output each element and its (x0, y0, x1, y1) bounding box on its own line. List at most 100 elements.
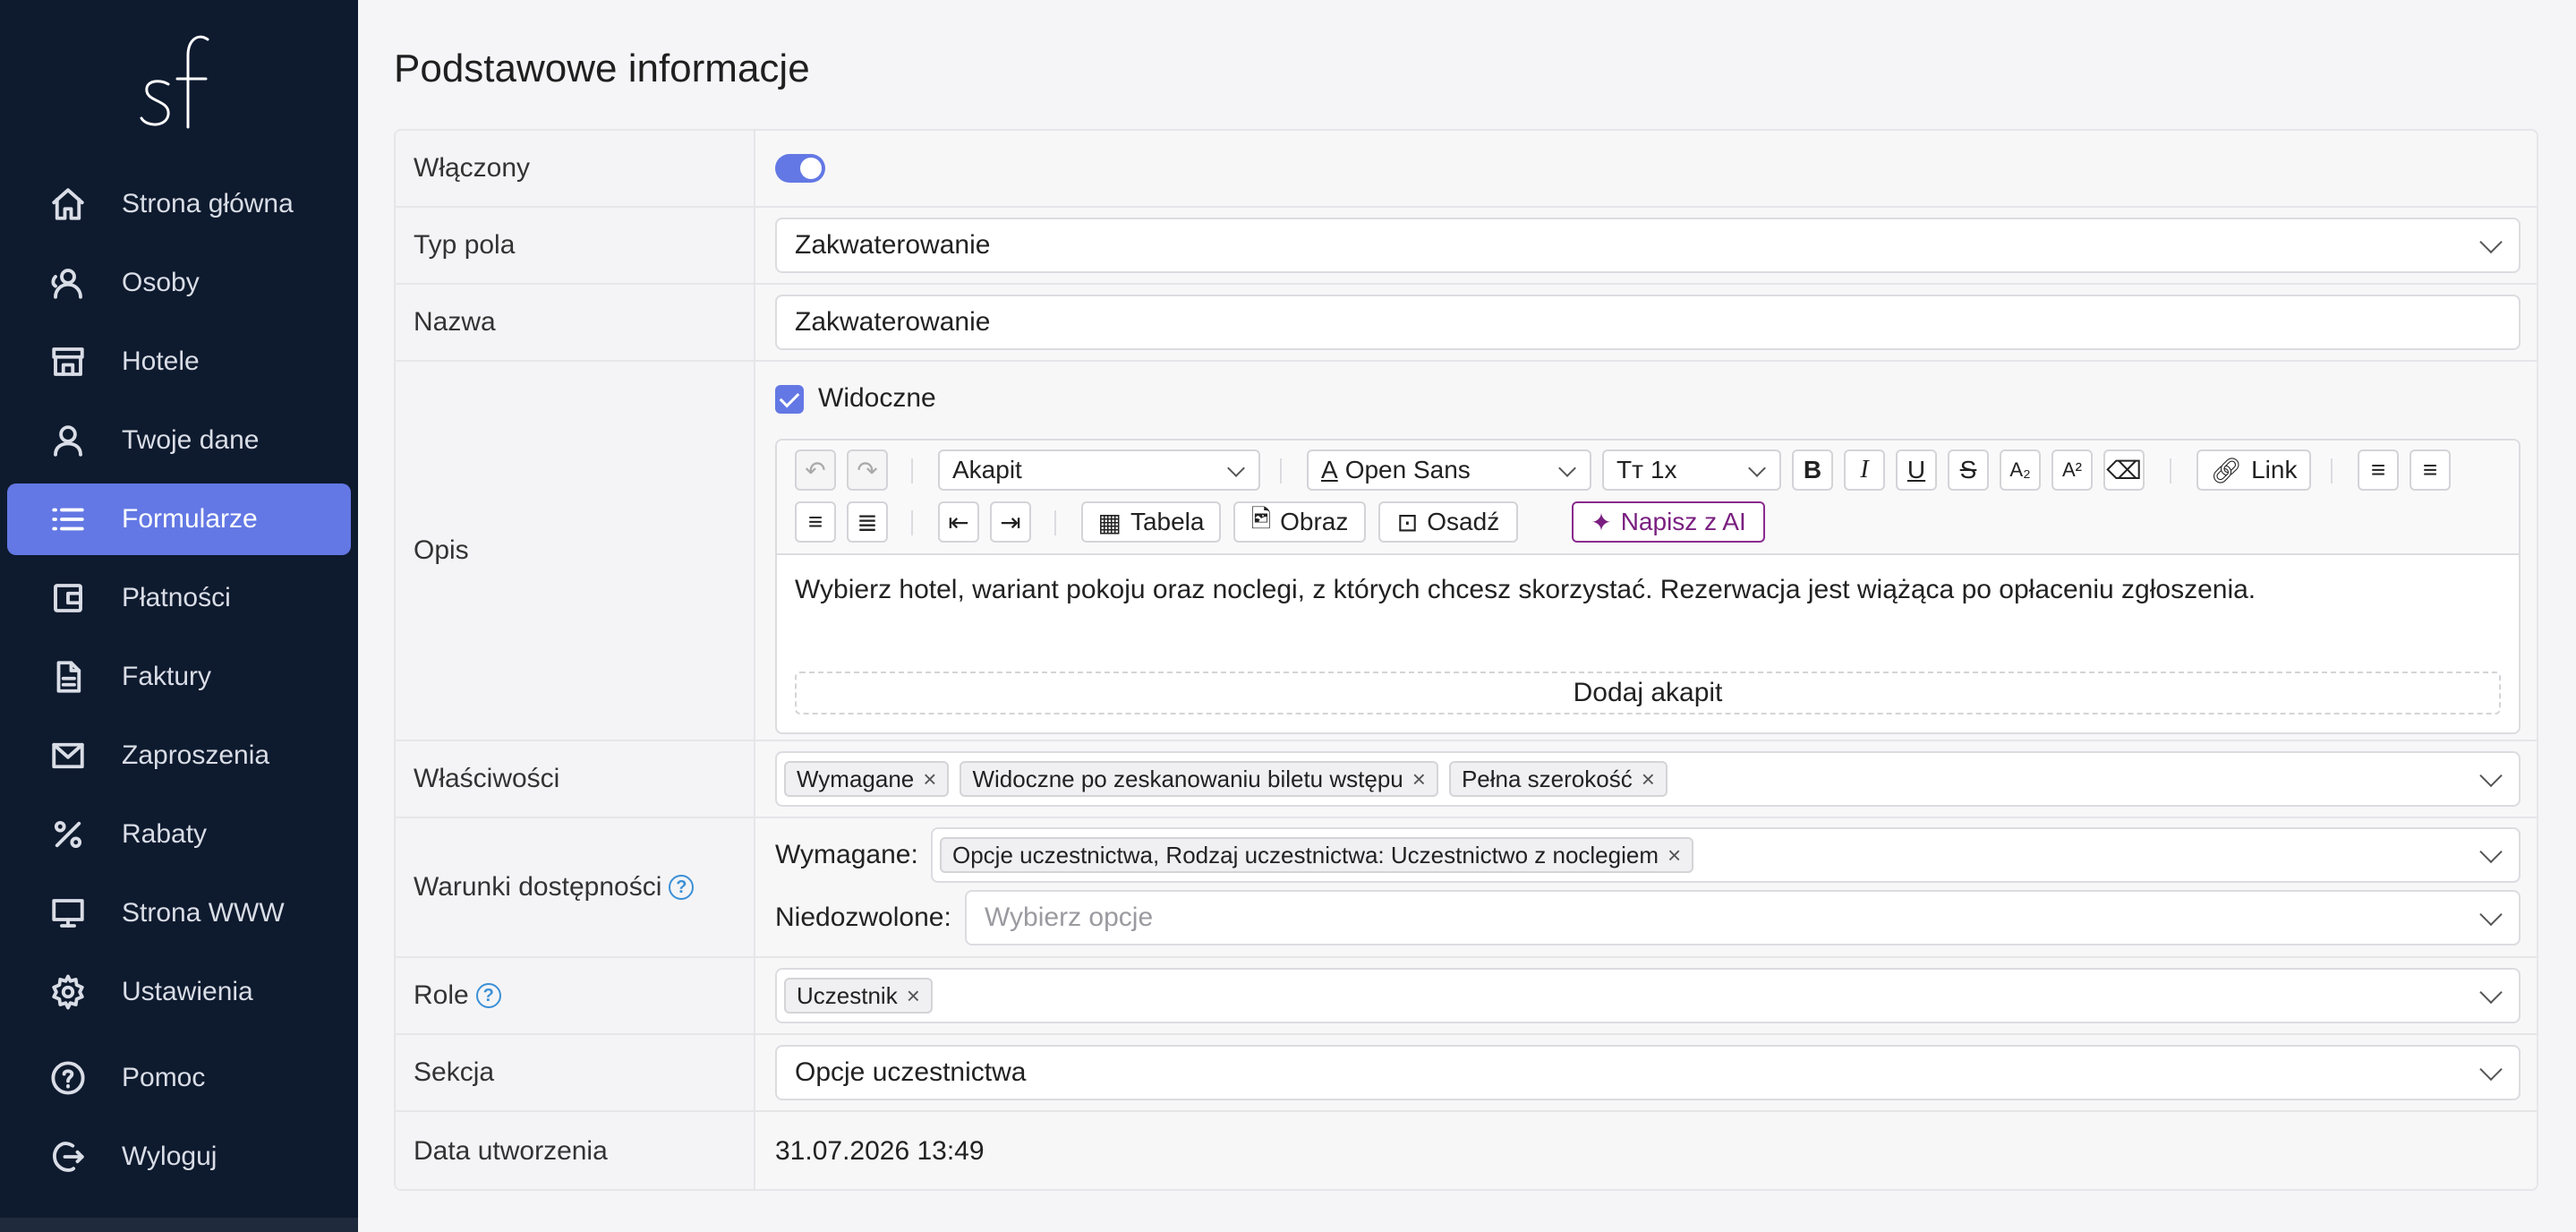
help-icon[interactable]: ? (475, 983, 501, 1008)
font-size-select[interactable]: Tт 1x (1602, 449, 1781, 491)
table-icon: ▦ (1097, 508, 1122, 536)
sidebar-item-forms[interactable]: Formularze (7, 483, 351, 555)
home-icon (48, 184, 88, 224)
insert-image-button[interactable]: 🖻︎ Obraz (1233, 501, 1366, 543)
roles-label: Role (414, 980, 469, 1010)
align-center-button[interactable]: ≡ (2410, 449, 2451, 491)
name-input[interactable]: Zakwaterowanie (775, 295, 2521, 350)
align-left-icon: ≡ (2370, 456, 2386, 483)
close-icon[interactable]: × (1668, 842, 1681, 869)
tag-label: Pełna szerokość (1461, 765, 1633, 792)
description-label: Opis (396, 362, 755, 740)
outdent-button[interactable]: ⇤ (938, 501, 979, 543)
subscript-icon: A₂ (2009, 458, 2031, 481)
toolbar-divider (2331, 458, 2333, 483)
logout-icon (48, 1137, 88, 1176)
section-select[interactable]: Opcje uczestnictwa (775, 1045, 2521, 1100)
toolbar-divider (1280, 458, 1282, 483)
user-icon (48, 421, 88, 460)
enabled-toggle[interactable] (775, 154, 825, 183)
properties-multiselect[interactable]: Wymagane × Widoczne po zeskanowaniu bilet… (775, 751, 2521, 807)
roles-multiselect[interactable]: Uczestnik × (775, 968, 2521, 1023)
italic-button[interactable]: I (1844, 449, 1885, 491)
section-value: Opcje uczestnictwa (795, 1057, 1027, 1087)
sidebar-item-help[interactable]: Pomoc (7, 1042, 351, 1114)
sidebar-item-invoices[interactable]: Faktury (7, 641, 351, 713)
underline-button[interactable]: U (1896, 449, 1937, 491)
wallet-icon (48, 578, 88, 618)
close-icon[interactable]: × (907, 982, 920, 1010)
sidebar-item-label: Twoje dane (122, 425, 260, 455)
align-left-button[interactable]: ≡ (2358, 449, 2399, 491)
enabled-label: Włączony (396, 131, 755, 206)
indent-button[interactable]: ⇥ (990, 501, 1031, 543)
sidebar-item-label: Zaproszenia (122, 740, 270, 770)
help-icon[interactable]: ? (669, 875, 695, 900)
sidebar-item-settings[interactable]: Ustawienia (7, 956, 351, 1028)
clear-format-button[interactable]: ⌫ (2103, 449, 2145, 491)
font-family-value: Open Sans (1344, 456, 1471, 483)
table-label: Tabela (1130, 508, 1205, 535)
required-multiselect[interactable]: Opcje uczestnictwa, Rodzaj uczestnictwa:… (931, 827, 2521, 883)
visible-checkbox[interactable] (775, 385, 804, 414)
ai-write-label: Napisz z AI (1620, 508, 1746, 535)
redo-button[interactable]: ↷ (847, 449, 888, 491)
link-button[interactable]: 🔗︎ Link (2196, 449, 2311, 491)
sidebar-item-invitations[interactable]: Zaproszenia (7, 720, 351, 791)
row-availability: Warunki dostępności ? Wymagane: Opcje uc… (396, 818, 2537, 958)
created-label: Data utworzenia (396, 1112, 755, 1189)
image-label: Obraz (1280, 508, 1349, 535)
roles-label-cell: Role ? (396, 958, 755, 1033)
properties-label: Właściwości (396, 741, 755, 817)
sidebar-item-discounts[interactable]: Rabaty (7, 799, 351, 870)
users-icon (48, 263, 88, 303)
align-right-button[interactable]: ≡ (795, 501, 836, 543)
link-icon: 🔗︎ (2210, 456, 2243, 484)
embed-label: Osadź (1427, 508, 1500, 535)
field-type-select[interactable]: Zakwaterowanie (775, 218, 2521, 273)
sidebar-item-label: Płatności (122, 583, 231, 612)
close-icon[interactable]: × (923, 766, 936, 793)
add-paragraph-button[interactable]: Dodaj akapit (795, 672, 2501, 714)
chevron-down-icon (2479, 764, 2503, 788)
sidebar-item-logout[interactable]: Wyloguj (7, 1121, 351, 1193)
sidebar-item-label: Ustawienia (122, 977, 253, 1006)
document-icon (48, 657, 88, 697)
close-icon[interactable]: × (1642, 766, 1655, 793)
sidebar-item-your-data[interactable]: Twoje dane (7, 405, 351, 476)
editor-toolbar: ↶ ↷ Akapit A Open Sans Tт 1x B I U S A₂ A²… (777, 441, 2519, 555)
superscript-button[interactable]: A² (2051, 449, 2093, 491)
font-family-select[interactable]: A Open Sans (1307, 449, 1591, 491)
toolbar-divider (911, 458, 913, 483)
ai-write-button[interactable]: ✦ Napisz z AI (1572, 501, 1765, 543)
sidebar-item-website[interactable]: Strona WWW (7, 877, 351, 949)
row-description: Opis Widoczne ↶ ↷ Akapit A Open Sans Tт 1x… (396, 362, 2537, 741)
font-color-icon: A (1321, 456, 1338, 483)
monitor-icon (48, 894, 88, 933)
bold-button[interactable]: B (1792, 449, 1833, 491)
strikethrough-button[interactable]: S (1948, 449, 1989, 491)
embed-button[interactable]: ⊡ Osadź (1378, 501, 1518, 543)
editor-content[interactable]: Wybierz hotel, wariant pokoju oraz nocle… (795, 575, 2256, 605)
toolbar-divider (1054, 510, 1056, 535)
align-justify-button[interactable]: ≣ (847, 501, 888, 543)
tag: Wymagane × (784, 761, 950, 797)
close-icon[interactable]: × (1412, 766, 1426, 793)
toolbar-divider (2170, 458, 2171, 483)
forbidden-multiselect[interactable]: Wybierz opcje (965, 890, 2521, 945)
strikethrough-icon: S (1959, 456, 1977, 483)
subscript-button[interactable]: A₂ (2000, 449, 2041, 491)
page-title: Podstawowe informacje (394, 47, 810, 90)
sidebar-item-hotels[interactable]: Hotele (7, 326, 351, 398)
eraser-icon: ⌫ (2106, 456, 2142, 484)
tag-label: Widoczne po zeskanowaniu biletu wstępu (972, 765, 1403, 792)
sidebar-item-payments[interactable]: Płatności (7, 562, 351, 634)
sidebar-item-people[interactable]: Osoby (7, 247, 351, 319)
chevron-down-icon (2479, 840, 2503, 864)
insert-table-button[interactable]: ▦ Tabela (1081, 501, 1221, 543)
sidebar-item-home[interactable]: Strona główna (7, 168, 351, 240)
block-type-select[interactable]: Akapit (938, 449, 1260, 491)
logo[interactable] (134, 29, 224, 136)
gear-icon (48, 972, 88, 1012)
undo-button[interactable]: ↶ (795, 449, 836, 491)
